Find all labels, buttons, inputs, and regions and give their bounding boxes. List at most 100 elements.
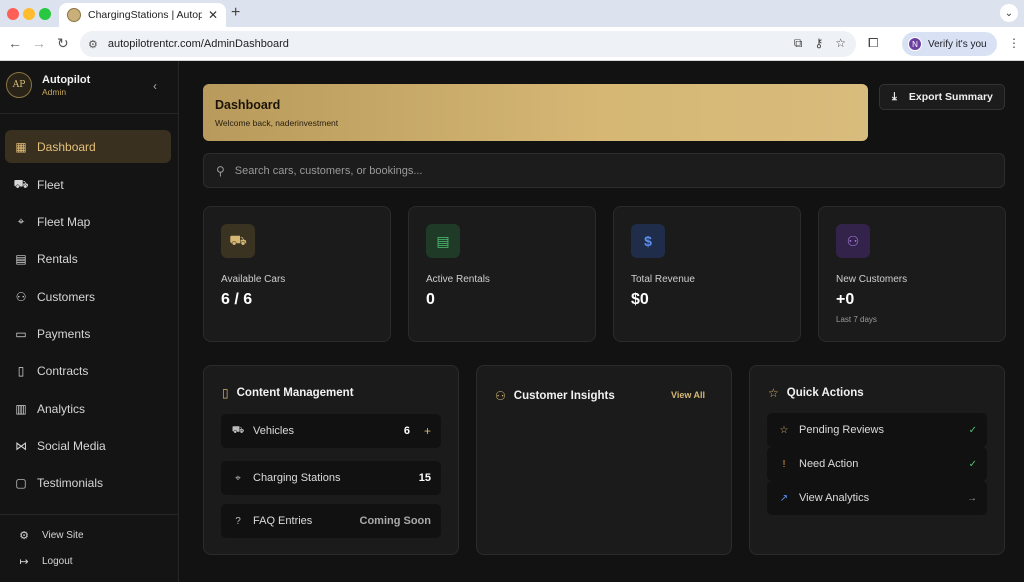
close-window-button[interactable] [7, 8, 19, 20]
customer-insights-title: Customer Insights [513, 390, 615, 402]
cast-icon[interactable]: ⧉ [794, 36, 803, 51]
sidebar-item-contracts[interactable]: ▯ Contracts [5, 354, 171, 387]
sidebar-item-label: Testimonials [37, 475, 104, 490]
stat-value: +0 [836, 291, 855, 308]
quick-action-pending-reviews[interactable]: ☆ Pending Reviews ✓ [767, 413, 987, 447]
tab-title: ChargingStations | Autopilot R [88, 9, 202, 21]
bookmark-star-icon[interactable]: ☆ [835, 36, 846, 51]
stat-card-available-cars: ⛟ Available Cars 6 / 6 [203, 206, 391, 342]
brand[interactable]: AP Autopilot Admin [6, 72, 90, 98]
action-label: Pending Reviews [799, 424, 884, 436]
logout-button[interactable]: ↦ Logout [16, 555, 73, 568]
search-icon: ⚲ [216, 163, 225, 178]
content-row-faq-entries[interactable]: ? FAQ Entries Coming Soon [221, 504, 441, 538]
profile-avatar: N [908, 37, 922, 51]
extensions-icon[interactable]: ⧠ [868, 35, 878, 51]
row-value: 15 [418, 472, 431, 484]
password-key-icon[interactable]: ⚷ [814, 36, 823, 51]
map-pin-icon: ⌖ [17, 214, 25, 228]
logout-label: Logout [42, 556, 73, 567]
row-label: Vehicles [253, 425, 294, 437]
main-content: Dashboard Welcome back, naderinvestment … [180, 61, 1024, 582]
forward-icon[interactable]: → [32, 35, 46, 51]
car-icon: ⛟ [13, 176, 29, 191]
verify-label: Verify it's you [928, 38, 987, 50]
stat-label: Active Rentals [426, 274, 490, 285]
stat-card-total-revenue: $ Total Revenue $0 [613, 206, 801, 342]
search-bar[interactable]: ⚲ [203, 153, 1005, 188]
search-input[interactable] [234, 164, 935, 177]
map-pin-icon: ⌖ [235, 472, 241, 484]
quick-actions-panel: ☆ Quick Actions ☆ Pending Reviews ✓ ! Ne… [749, 365, 1005, 555]
new-tab-button[interactable]: + [231, 4, 240, 22]
stat-value: 0 [426, 291, 435, 308]
reload-icon[interactable]: ↻ [57, 35, 69, 52]
sidebar-item-payments[interactable]: ▭ Payments [5, 317, 171, 350]
message-icon: ▢ [15, 475, 27, 490]
sidebar-item-fleet[interactable]: ⛟ Fleet [5, 168, 171, 201]
quick-actions-title: Quick Actions [786, 387, 864, 399]
tab-search-button[interactable]: ⌄ [1000, 4, 1018, 22]
quick-action-view-analytics[interactable]: ↗ View Analytics → [767, 481, 987, 515]
site-settings-icon[interactable]: ⚙ [88, 38, 98, 51]
gear-icon: ⚙ [19, 530, 29, 542]
view-all-link[interactable]: View All [671, 390, 705, 400]
customer-insights-panel: ⚇ Customer Insights View All [476, 365, 732, 555]
panel-title: ☆ Quick Actions [768, 386, 864, 400]
trending-up-icon: ↗ [779, 492, 789, 504]
url-text[interactable]: autopilotrentcr.com/AdminDashboard [108, 38, 289, 50]
sidebar-item-testimonials[interactable]: ▢ Testimonials [5, 466, 171, 499]
users-icon: ⚇ [836, 224, 870, 258]
sidebar-item-label: Customers [37, 289, 96, 304]
car-icon: ⛟ [231, 424, 245, 436]
logout-icon: ↦ [19, 556, 29, 568]
add-vehicle-icon[interactable]: + [424, 424, 431, 438]
maximize-window-button[interactable] [39, 8, 51, 20]
sidebar-divider [0, 113, 179, 114]
content-row-vehicles[interactable]: ⛟ Vehicles 6 + [221, 414, 441, 448]
brand-name: Autopilot [42, 73, 91, 86]
sidebar-item-dashboard[interactable]: ▦ Dashboard [5, 130, 171, 163]
dollar-icon: $ [631, 224, 665, 258]
stat-value: $0 [631, 291, 649, 308]
document-icon: ▯ [222, 386, 229, 400]
stat-label: Available Cars [221, 274, 286, 285]
quick-action-need-action[interactable]: ! Need Action ✓ [767, 447, 987, 481]
users-icon: ⚇ [495, 389, 506, 403]
calendar-icon: ▤ [426, 224, 460, 258]
page-title: Dashboard [215, 98, 281, 112]
dashboard-grid-icon: ▦ [15, 139, 27, 154]
calendar-icon: ▤ [15, 251, 27, 266]
star-icon: ☆ [768, 386, 779, 400]
collapse-sidebar-icon[interactable]: ‹ [153, 79, 157, 93]
brand-logo: AP [6, 72, 32, 98]
stat-value: 6 / 6 [221, 291, 253, 308]
row-label: Charging Stations [253, 472, 341, 484]
sidebar-item-label: Contracts [37, 363, 89, 378]
car-icon: ⛟ [221, 224, 255, 258]
sidebar-item-rentals[interactable]: ▤ Rentals [5, 242, 171, 275]
stat-label: Total Revenue [631, 274, 695, 285]
browser-tab[interactable]: ChargingStations | Autopilot R ✕ [59, 3, 226, 27]
minimize-window-button[interactable] [23, 8, 35, 20]
bar-chart-icon: ▥ [15, 401, 27, 416]
export-summary-button[interactable]: ⤓ Export Summary [879, 84, 1005, 110]
address-bar[interactable]: ⚙ autopilotrentcr.com/AdminDashboard ⧉ ⚷… [80, 31, 856, 57]
sidebar-item-customers[interactable]: ⚇ Customers [5, 280, 171, 313]
sidebar-item-label: Dashboard [37, 139, 96, 154]
browser-menu-icon[interactable]: ⋮ [1008, 36, 1020, 50]
sidebar-item-social-media[interactable]: ⋈ Social Media [5, 429, 171, 462]
panel-title: ▯ Content Management [222, 386, 354, 400]
sidebar-item-label: Fleet [37, 177, 64, 192]
users-icon: ⚇ [15, 289, 27, 304]
document-icon: ▯ [17, 363, 25, 378]
sidebar-item-label: Rentals [37, 251, 78, 266]
verify-profile-button[interactable]: N Verify it's you [902, 32, 997, 56]
sidebar-item-analytics[interactable]: ▥ Analytics [5, 392, 171, 425]
view-site-link[interactable]: ⚙ View Site [16, 529, 83, 542]
content-row-charging-stations[interactable]: ⌖ Charging Stations 15 [221, 461, 441, 495]
back-icon[interactable]: ← [8, 35, 22, 51]
tab-close-icon[interactable]: ✕ [208, 8, 218, 22]
sidebar-item-fleet-map[interactable]: ⌖ Fleet Map [5, 205, 171, 238]
stat-card-active-rentals: ▤ Active Rentals 0 [408, 206, 596, 342]
